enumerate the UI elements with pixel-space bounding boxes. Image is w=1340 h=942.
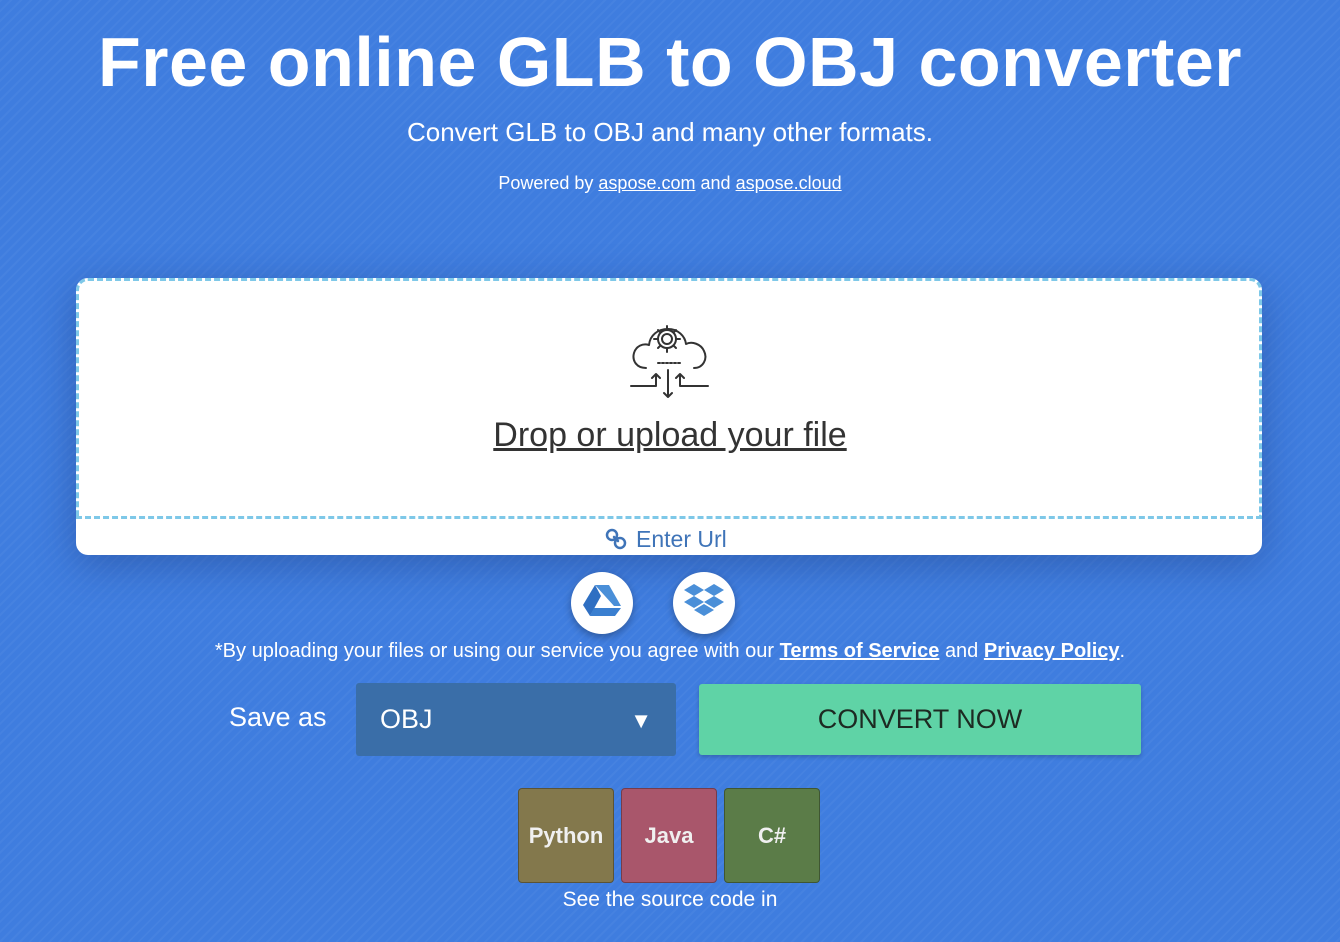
page-title: Free online GLB to OBJ converter	[98, 23, 1242, 101]
powered-by-and: and	[700, 173, 731, 193]
google-drive-button[interactable]	[571, 572, 633, 634]
dropbox-button[interactable]	[673, 572, 735, 634]
terms-notice: *By uploading your files or using our se…	[0, 638, 1340, 664]
chevron-down-icon: ▼	[630, 707, 652, 733]
powered-by-prefix: Powered by	[498, 173, 594, 193]
cloud-gear-upload-icon[interactable]	[628, 320, 712, 400]
save-as-label: Save as	[229, 702, 327, 732]
csharp-source-button[interactable]: C#	[724, 788, 820, 883]
dropbox-icon	[684, 582, 724, 625]
selected-format: OBJ	[380, 704, 433, 734]
powered-by: Powered by aspose.com and aspose.cloud	[0, 171, 1340, 195]
python-source-button[interactable]: Python	[518, 788, 614, 883]
page-subtitle: Convert GLB to OBJ and many other format…	[406, 117, 933, 147]
terms-prefix: *By uploading your files or using our se…	[214, 640, 775, 662]
enter-url-label: Enter Url	[636, 525, 727, 552]
java-source-button[interactable]: Java	[621, 788, 717, 883]
google-drive-icon	[582, 583, 622, 624]
source-code-note: See the source code in	[562, 888, 778, 911]
terms-of-service-link[interactable]: Terms of Service	[780, 640, 940, 662]
terms-and: and	[944, 640, 979, 662]
convert-now-button[interactable]: CONVERT NOW	[699, 684, 1141, 755]
privacy-policy-link[interactable]: Privacy Policy	[984, 640, 1120, 662]
terms-suffix: .	[1119, 640, 1126, 662]
output-format-select[interactable]: OBJ ▼	[356, 683, 676, 756]
link-icon	[604, 527, 628, 551]
enter-url-button[interactable]: Enter Url	[604, 524, 727, 554]
aspose-cloud-link[interactable]: aspose.cloud	[736, 173, 842, 193]
drop-upload-link[interactable]: Drop or upload your file	[0, 414, 1340, 456]
aspose-com-link[interactable]: aspose.com	[598, 173, 695, 193]
